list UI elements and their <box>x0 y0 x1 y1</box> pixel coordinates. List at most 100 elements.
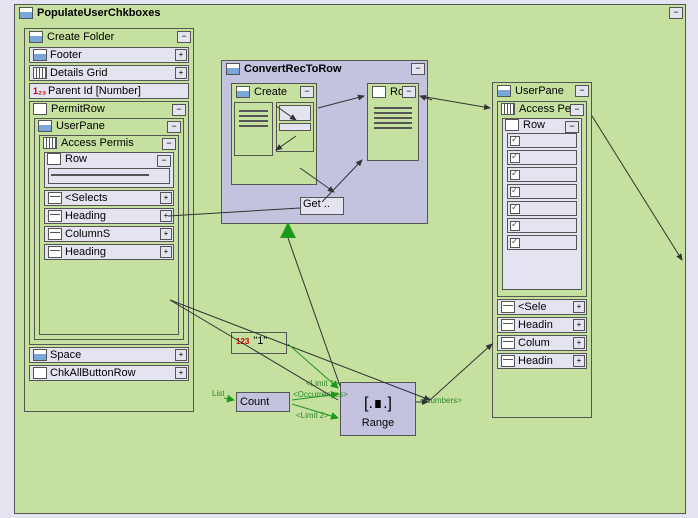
range-icon: [.∎.] <box>341 393 415 413</box>
label: Heading <box>65 246 106 258</box>
port-limit1-label: <Limit 1> <box>306 379 339 388</box>
permitrow-title: PermitRow <box>51 103 185 115</box>
number-icon: 123 <box>236 337 249 346</box>
item-details-grid[interactable]: Details Grid + <box>29 65 189 81</box>
root-title-bar: PopulateUserChkboxes − <box>15 5 685 21</box>
checkbox-row[interactable] <box>507 150 577 165</box>
accessperm2-title-bar: Access Perm − <box>498 102 586 116</box>
expand-button[interactable]: + <box>175 67 187 79</box>
label: <Sele <box>518 301 546 313</box>
grid-icon <box>43 137 57 149</box>
expand-button[interactable]: + <box>160 246 172 258</box>
expand-button[interactable]: + <box>573 301 585 313</box>
item-heading2[interactable]: Heading + <box>44 244 174 260</box>
checkbox-row[interactable] <box>507 184 577 199</box>
permitrow-title-bar: PermitRow − <box>30 102 188 116</box>
item-columns[interactable]: ColumnS + <box>44 226 174 242</box>
expand-button[interactable]: + <box>175 49 187 61</box>
grid-icon <box>501 103 515 115</box>
range-node[interactable]: [.∎.] Range <box>340 382 416 436</box>
row2-panel[interactable]: Row − <box>502 118 582 290</box>
form-icon <box>29 31 43 43</box>
minimize-button[interactable]: − <box>300 86 314 98</box>
minimize-button[interactable]: − <box>669 7 683 19</box>
label: Space <box>50 349 81 361</box>
userpane-title: UserPane <box>56 120 180 132</box>
grid-icon <box>33 67 47 79</box>
row-sub-panel[interactable]: Row − <box>367 83 419 161</box>
item-selects[interactable]: <Selects + <box>44 190 174 206</box>
checkbox-row[interactable] <box>507 201 577 216</box>
row-title-bar: Row − <box>45 153 173 165</box>
expand-button[interactable]: + <box>573 355 585 367</box>
checkbox-row[interactable] <box>507 133 577 148</box>
item-parent-id[interactable]: 1₂₃ Parent Id [Number] <box>29 83 189 99</box>
minimize-button[interactable]: − <box>575 85 589 97</box>
port-limit2-label: <Limit 2> <box>296 411 329 420</box>
literal-1-node[interactable]: 123 "1" <box>231 332 287 354</box>
minimize-button[interactable]: − <box>172 104 186 116</box>
field-icon <box>501 301 515 313</box>
label: ColumnS <box>65 228 110 240</box>
field-icon <box>48 228 62 240</box>
convert-panel[interactable]: ConvertRecToRow − Create − Row − <box>221 60 428 224</box>
row-panel[interactable]: Row − <box>44 152 174 188</box>
userpane-title-bar: UserPane − <box>35 119 183 133</box>
userpane-panel[interactable]: UserPane − Access Permis − Row − <box>34 118 184 340</box>
checkbox-row[interactable] <box>507 235 577 250</box>
port-occurrences-label: <Occurrences> <box>293 390 348 399</box>
range-label: Range <box>341 417 415 429</box>
expand-button[interactable]: + <box>573 319 585 331</box>
root-title: PopulateUserChkboxes <box>37 7 681 19</box>
minimize-button[interactable]: − <box>570 104 584 116</box>
expand-button[interactable]: + <box>573 337 585 349</box>
item-heading1[interactable]: Heading + <box>44 208 174 224</box>
get-node[interactable]: Get .. <box>300 197 344 215</box>
field-icon <box>501 337 515 349</box>
minimize-button[interactable]: − <box>402 86 416 98</box>
item-chkall[interactable]: ChkAllButtonRow + <box>29 365 189 381</box>
item-heading21[interactable]: Headin + <box>497 317 587 333</box>
item-space[interactable]: Space + <box>29 347 189 363</box>
minimize-button[interactable]: − <box>162 138 176 150</box>
label: <Selects <box>65 192 108 204</box>
port-numbers-label: <Numbers> <box>420 396 462 405</box>
count-label: Count <box>237 393 272 411</box>
create-folder-title-bar: Create Folder − <box>25 29 193 45</box>
form-icon <box>33 349 47 361</box>
label: Heading <box>65 210 106 222</box>
count-node[interactable]: Count <box>236 392 290 412</box>
minimize-button[interactable]: − <box>565 121 579 133</box>
minimize-button[interactable]: − <box>167 121 181 133</box>
minimize-button[interactable]: − <box>411 63 425 75</box>
userpane2-panel[interactable]: UserPane − Access Perm − Row − <Sele + <box>492 82 592 418</box>
label: Details Grid <box>50 67 107 79</box>
expand-button[interactable]: + <box>175 349 187 361</box>
expand-button[interactable]: + <box>160 192 172 204</box>
accessperm2-panel[interactable]: Access Perm − Row − <box>497 101 587 297</box>
minimize-button[interactable]: − <box>177 31 191 43</box>
permitrow-panel[interactable]: PermitRow − UserPane − Access Permis − <box>29 101 189 345</box>
accessperm-panel[interactable]: Access Permis − Row − <Selec <box>39 135 179 335</box>
create-sub-panel[interactable]: Create − <box>231 83 317 185</box>
row-detail-stub <box>48 168 170 184</box>
checkbox-row[interactable] <box>507 167 577 182</box>
item-footer[interactable]: Footer + <box>29 47 189 63</box>
literal-1-bar: 123 "1" <box>232 333 286 349</box>
item-heading22[interactable]: Headin + <box>497 353 587 369</box>
create-folder-panel[interactable]: Create Folder − Footer + Details Grid + … <box>24 28 194 412</box>
item-selects2[interactable]: <Sele + <box>497 299 587 315</box>
item-columns2[interactable]: Colum + <box>497 335 587 351</box>
row-icon <box>33 367 47 379</box>
label: Headin <box>518 319 553 331</box>
expand-button[interactable]: + <box>160 210 172 222</box>
expand-button[interactable]: + <box>175 367 187 379</box>
checkbox-row[interactable] <box>507 218 577 233</box>
get-label: Get .. <box>301 196 332 212</box>
field-icon <box>48 192 62 204</box>
form-icon <box>226 63 240 75</box>
field-icon <box>501 355 515 367</box>
expand-button[interactable]: + <box>160 228 172 240</box>
field-icon <box>48 210 62 222</box>
minimize-button[interactable]: − <box>157 155 171 167</box>
